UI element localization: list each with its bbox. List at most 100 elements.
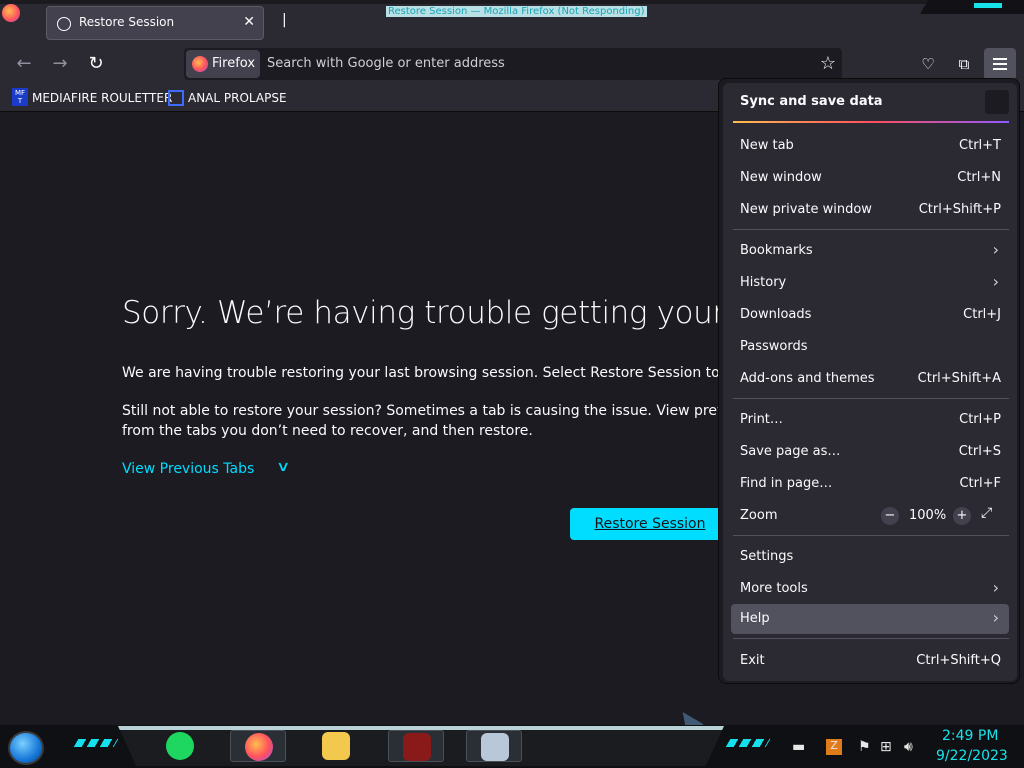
menu-item-shortcut: Ctrl+Shift+Q: [916, 653, 1001, 668]
forward-arrow-icon[interactable]: →: [48, 52, 72, 76]
clock-date[interactable]: 9/22/2023: [936, 748, 1008, 764]
tab-restore-session[interactable]: Restore Session ✕: [46, 6, 264, 40]
new-tab-icon[interactable]: |: [282, 13, 294, 27]
restore-session-button[interactable]: Restore Session: [570, 508, 730, 540]
hamburger-menu-icon[interactable]: [984, 48, 1016, 80]
menu-item-downloads[interactable]: Downloads Ctrl+J: [731, 300, 1009, 330]
firefox-icon[interactable]: [2, 4, 20, 22]
menu-item-label: Settings: [740, 549, 794, 564]
menu-item-find-in-page[interactable]: Find in page… Ctrl+F: [731, 469, 1009, 499]
paragraph-restore-info: We are having trouble restoring your las…: [122, 365, 766, 381]
network-icon[interactable]: ⊞: [880, 739, 892, 755]
menu-item-save-page[interactable]: Save page as… Ctrl+S: [731, 437, 1009, 467]
menu-item-bookmarks[interactable]: Bookmarks ›: [731, 236, 1009, 266]
menu-item-label: Help: [740, 611, 770, 626]
view-previous-tabs-link[interactable]: View Previous Tabs: [122, 461, 254, 477]
menu-item-print[interactable]: Print… Ctrl+P: [731, 405, 1009, 435]
menu-item-new-window[interactable]: New window Ctrl+N: [731, 163, 1009, 193]
bookmark-favicon-2: [168, 90, 184, 106]
menu-item-shortcut: Ctrl+F: [959, 476, 1001, 491]
menu-item-label: Add-ons and themes: [740, 371, 875, 386]
menu-item-label: Exit: [740, 653, 765, 668]
menu-item-shortcut: Ctrl+Shift+A: [917, 371, 1001, 386]
menu-item-label: Bookmarks: [740, 243, 813, 258]
window-title: Restore Session — Mozilla Firefox (Not R…: [386, 6, 647, 17]
chevron-right-icon: ›: [992, 578, 999, 597]
app-menu-panel: Sync and save data New tab Ctrl+T New wi…: [718, 78, 1020, 684]
taskbar-app-firefox[interactable]: [230, 730, 286, 762]
menu-item-label: Downloads: [740, 307, 812, 322]
menu-item-new-tab[interactable]: New tab Ctrl+T: [731, 131, 1009, 161]
search-input[interactable]: Search with Google or enter address: [267, 56, 505, 71]
menu-item-label: History: [740, 275, 787, 290]
fullscreen-icon[interactable]: ⤢: [981, 505, 992, 521]
menu-item-shortcut: Ctrl+N: [957, 170, 1001, 185]
menu-item-label: New tab: [740, 138, 794, 153]
menu-item-history[interactable]: History ›: [731, 268, 1009, 298]
menu-separator: [733, 535, 1009, 536]
firefox-icon: [245, 733, 273, 761]
sync-label: Sync and save data: [740, 94, 883, 109]
menu-item-settings[interactable]: Settings: [731, 542, 1009, 572]
pocket-icon[interactable]: ♡: [916, 52, 940, 76]
show-hidden-icons-icon[interactable]: ▬: [792, 739, 805, 755]
menu-separator: [733, 229, 1009, 230]
close-tab-icon[interactable]: ✕: [243, 14, 255, 30]
page-title: Sorry. We’re having trouble getting your…: [122, 295, 773, 331]
app-menu-body: Sync and save data New tab Ctrl+T New wi…: [723, 83, 1017, 681]
taskbar-app-spotify[interactable]: [152, 730, 208, 762]
clock-time[interactable]: 2:49 PM: [942, 728, 998, 744]
sync-and-save-row[interactable]: Sync and save data: [723, 83, 1017, 121]
menu-item-shortcut: Ctrl+T: [959, 138, 1001, 153]
avatar: [985, 90, 1009, 114]
menu-item-label: More tools: [740, 581, 808, 596]
file-explorer-icon: [322, 732, 350, 760]
reload-icon[interactable]: ↻: [84, 52, 108, 76]
info-icon: [57, 17, 71, 31]
start-orb-icon[interactable]: [8, 731, 44, 765]
menu-item-help[interactable]: Help ›: [731, 604, 1009, 634]
window-corner-decoration: [920, 0, 1024, 14]
flag-icon[interactable]: ⚑: [858, 739, 871, 755]
menu-item-addons[interactable]: Add-ons and themes Ctrl+Shift+A: [731, 364, 1009, 394]
menu-item-exit[interactable]: Exit Ctrl+Shift+Q: [731, 646, 1009, 676]
chevron-right-icon: ›: [992, 240, 999, 259]
bookmark-mediafire[interactable]: MEDIAFIRE ROULETTER: [32, 91, 172, 109]
volume-icon[interactable]: 🔊︎: [904, 739, 913, 755]
menu-item-label: Print…: [740, 412, 783, 427]
url-bar[interactable]: Firefox Search with Google or enter addr…: [184, 48, 842, 80]
zoom-level[interactable]: 100%: [909, 508, 946, 523]
menu-item-new-private-window[interactable]: New private window Ctrl+Shift+P: [731, 195, 1009, 225]
menu-item-label: Zoom: [740, 508, 778, 523]
extensions-icon[interactable]: ⧉: [952, 52, 976, 76]
identity-chip-label: Firefox: [212, 56, 256, 71]
back-arrow-icon[interactable]: ←: [12, 52, 36, 76]
menu-item-shortcut: Ctrl+J: [963, 307, 1001, 322]
app-tray-icon[interactable]: Z: [826, 739, 842, 755]
bookmark-second[interactable]: ANAL PROLAPSE: [188, 91, 287, 109]
chevron-down-icon[interactable]: ∨: [276, 459, 290, 475]
star-icon[interactable]: ☆: [820, 53, 836, 74]
resource-monitor-icon: [481, 733, 509, 761]
menu-item-zoom: Zoom − 100% + ⤢: [731, 501, 1009, 531]
menu-item-label: Save page as…: [740, 444, 841, 459]
sync-gradient-divider: [733, 121, 1009, 123]
media-app-icon: [403, 733, 431, 761]
taskbar-app-explorer[interactable]: [308, 730, 364, 762]
menu-item-shortcut: Ctrl+Shift+P: [918, 202, 1001, 217]
taskbar-app-monitor[interactable]: [466, 730, 522, 762]
chevron-right-icon: ›: [992, 608, 999, 627]
taskbar-decoration: [73, 739, 119, 747]
menu-item-shortcut: Ctrl+S: [958, 444, 1001, 459]
menu-item-more-tools[interactable]: More tools ›: [731, 574, 1009, 604]
zoom-in-button[interactable]: +: [953, 507, 971, 525]
chevron-right-icon: ›: [992, 272, 999, 291]
menu-separator: [733, 398, 1009, 399]
zoom-out-button[interactable]: −: [881, 507, 899, 525]
taskbar-decoration: [725, 739, 771, 747]
menu-item-passwords[interactable]: Passwords: [731, 332, 1009, 362]
menu-item-label: Find in page…: [740, 476, 833, 491]
taskbar-app-media[interactable]: [388, 730, 444, 762]
identity-chip[interactable]: Firefox: [186, 50, 260, 78]
menu-item-label: Passwords: [740, 339, 808, 354]
